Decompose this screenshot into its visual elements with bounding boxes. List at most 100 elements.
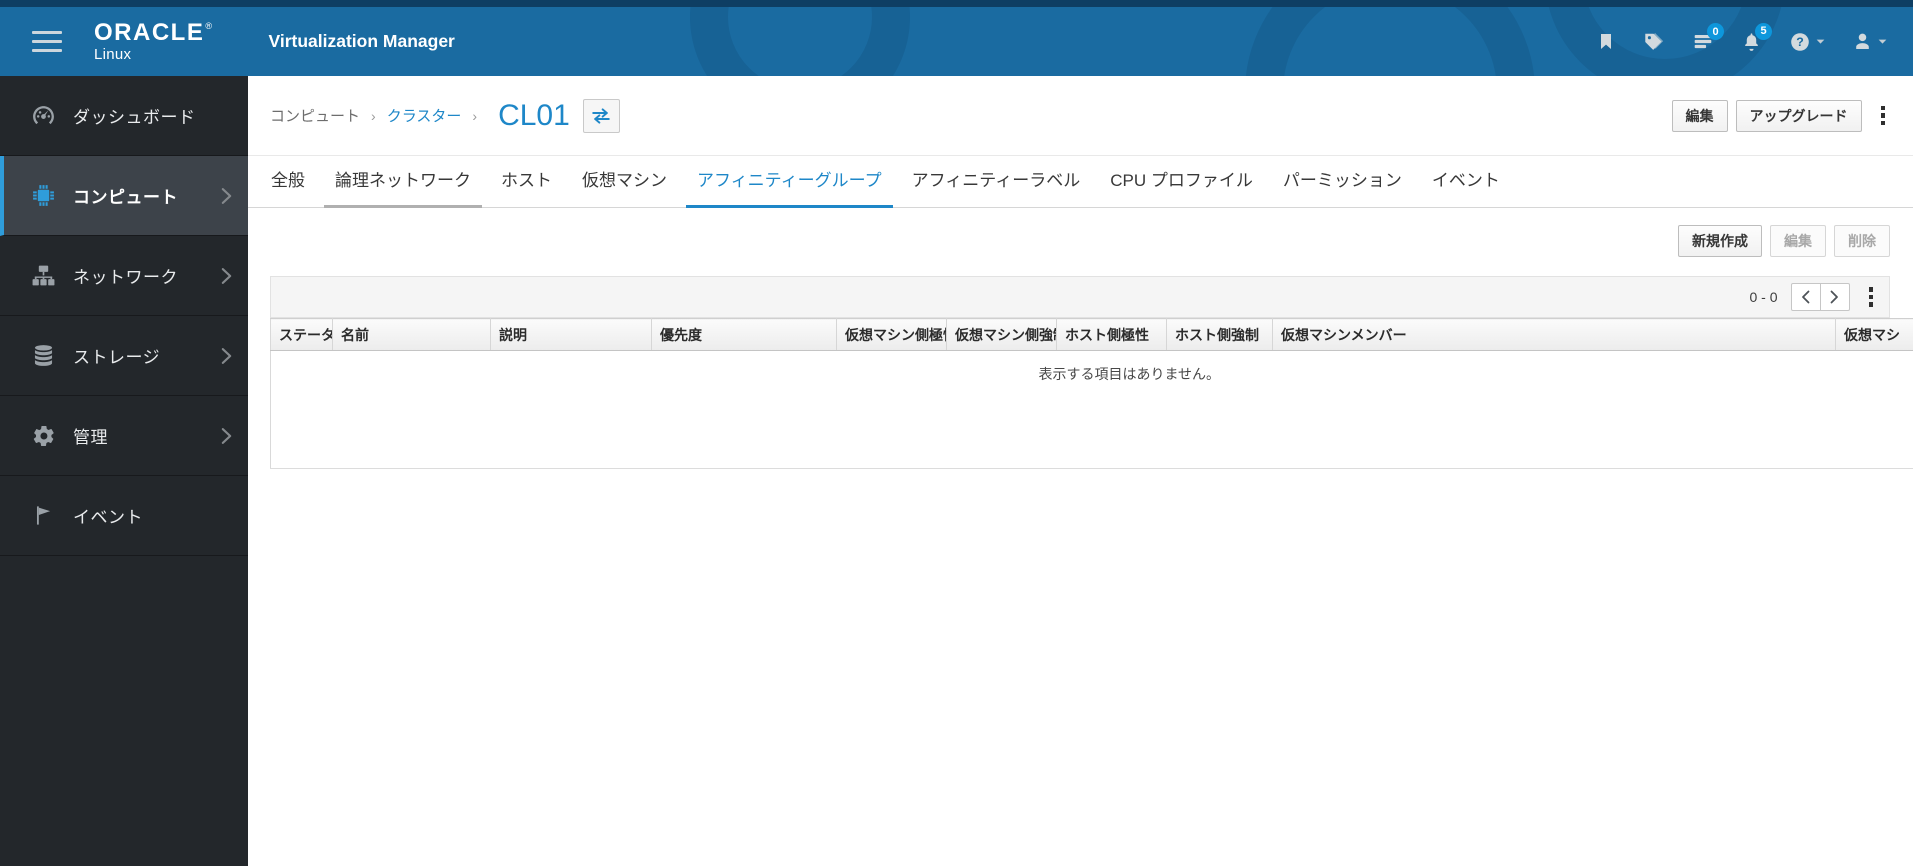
network-icon: [30, 263, 57, 288]
olvm-app: ORACLE® Linux Virtualization Manager 0 5…: [0, 0, 1913, 866]
sidebar-item-label: コンピュート: [73, 188, 178, 207]
page-actions: 編集 アップグレード: [1671, 99, 1892, 132]
bell-icon[interactable]: 5: [1741, 22, 1772, 53]
page-header: コンピュート › クラスター › CL01 編集 アップグレード: [248, 76, 1913, 156]
chevron-left-icon: [1802, 290, 1810, 304]
flag-icon: [30, 504, 57, 527]
sidebar-item-compute[interactable]: コンピュート: [0, 156, 248, 236]
gear-icon: [30, 424, 57, 448]
kebab-dot: [1868, 287, 1873, 292]
tab-events[interactable]: イベント: [1421, 166, 1511, 208]
column-header-1[interactable]: ステータス: [270, 318, 333, 351]
sidebar-item-label: ダッシュボード: [73, 108, 196, 127]
breadcrumb-link-compute[interactable]: コンピュート: [270, 105, 360, 126]
column-header-4[interactable]: 優先度: [651, 318, 837, 351]
grid-kebab-icon[interactable]: [1863, 283, 1880, 311]
tab-permissions[interactable]: パーミッション: [1272, 166, 1413, 208]
tab-affinity-labels[interactable]: アフィニティーラベル: [901, 166, 1092, 208]
user-icon[interactable]: [1852, 31, 1887, 52]
column-header-5[interactable]: 仮想マシン側極性: [836, 318, 947, 351]
grid-pagination-bar: 0 - 0: [270, 276, 1890, 318]
breadcrumb: コンピュート › クラスター › CL01: [270, 98, 620, 133]
table-body: 表示する項目はありません。: [270, 350, 1913, 469]
new-affinity-group-button[interactable]: 新規作成: [1678, 225, 1762, 257]
dashboard-icon: [30, 103, 57, 128]
oracle-linux-logo: ORACLE® Linux: [94, 21, 212, 63]
kebab-dot: [1868, 294, 1873, 300]
breadcrumb-separator: ›: [371, 107, 376, 124]
column-header-10[interactable]: 仮想マシ: [1835, 318, 1913, 351]
app-title: Virtualization Manager: [268, 31, 455, 51]
affinity-groups-table-wrap: ステータス名前説明優先度仮想マシン側極性仮想マシン側強制ホスト側極性ホスト側強制…: [270, 318, 1913, 469]
tasks-badge: 0: [1707, 23, 1724, 40]
tab-general[interactable]: 全般: [260, 166, 316, 208]
bookmark-icon[interactable]: [1596, 31, 1616, 52]
main-layout: ダッシュボード コンピュート ネットワーク ストレージ 管理 イベント コンピュ…: [0, 76, 1913, 866]
bookmark-glyph: [1601, 34, 1611, 49]
pager: [1790, 283, 1850, 311]
header-decoration-circle: [1245, 7, 1535, 76]
breadcrumb-item: クラスター ›: [387, 105, 488, 126]
column-header-9[interactable]: 仮想マシンメンバー: [1272, 318, 1836, 351]
table-header-row: ステータス名前説明優先度仮想マシン側極性仮想マシン側強制ホスト側極性ホスト側強制…: [270, 318, 1913, 351]
edit-button[interactable]: 編集: [1671, 99, 1728, 132]
help-glyph: ?: [1791, 32, 1809, 51]
tasks-icon[interactable]: 0: [1692, 23, 1724, 52]
page-title: CL01: [498, 98, 570, 132]
sidebar-item-dashboard[interactable]: ダッシュボード: [0, 76, 248, 156]
upgrade-button[interactable]: アップグレード: [1735, 99, 1862, 132]
kebab-dot: [1880, 105, 1885, 111]
sidebar-item-label: 管理: [73, 428, 108, 447]
tags-icon[interactable]: [1643, 31, 1665, 53]
chevron-right-icon: [221, 267, 232, 285]
breadcrumb-link-clusters[interactable]: クラスター: [387, 105, 462, 126]
tab-cpu-profiles[interactable]: CPU プロファイル: [1099, 166, 1264, 208]
main-content: コンピュート › クラスター › CL01 編集 アップグレード 全般 論理ネッ…: [248, 76, 1913, 866]
more-actions-kebab-icon[interactable]: [1875, 102, 1892, 130]
logo-registered-mark: ®: [205, 21, 214, 31]
delete-affinity-group-button[interactable]: 削除: [1834, 225, 1890, 257]
chevron-down-icon: [1878, 39, 1887, 44]
kebab-dot: [1868, 302, 1873, 307]
chevron-down-icon: [1816, 39, 1825, 44]
tab-affinity-groups[interactable]: アフィニティーグループ: [686, 166, 893, 208]
sidebar-item-storage[interactable]: ストレージ: [0, 316, 248, 396]
chevron-right-icon: [221, 347, 232, 365]
switch-entity-button[interactable]: [582, 98, 620, 133]
logo-oracle-word: ORACLE: [94, 19, 205, 46]
sidebar-item-label: ストレージ: [73, 348, 161, 367]
tab-logical-networks[interactable]: 論理ネットワーク: [324, 166, 482, 208]
kebab-dot: [1880, 120, 1885, 126]
sidebar-item-network[interactable]: ネットワーク: [0, 236, 248, 316]
grid-toolbar: 新規作成 編集 削除: [270, 225, 1890, 257]
sidebar: ダッシュボード コンピュート ネットワーク ストレージ 管理 イベント: [0, 76, 248, 866]
breadcrumb-separator: ›: [472, 107, 478, 124]
column-header-6[interactable]: 仮想マシン側強制: [946, 318, 1057, 351]
column-header-3[interactable]: 説明: [490, 318, 652, 351]
sidebar-item-events[interactable]: イベント: [0, 476, 248, 556]
tab-hosts[interactable]: ホスト: [490, 166, 563, 208]
storage-icon: [30, 343, 57, 368]
hamburger-bar: [32, 31, 62, 34]
help-icon[interactable]: ?: [1789, 31, 1825, 53]
column-header-7[interactable]: ホスト側極性: [1056, 318, 1167, 351]
prev-page-button[interactable]: [1790, 283, 1821, 311]
chevron-right-icon: [221, 427, 232, 445]
chevron-right-icon: [1830, 290, 1838, 304]
column-header-2[interactable]: 名前: [332, 318, 491, 351]
tab-virtual-machines[interactable]: 仮想マシン: [571, 166, 678, 208]
edit-affinity-group-button[interactable]: 編集: [1770, 225, 1826, 257]
column-header-8[interactable]: ホスト側強制: [1166, 318, 1273, 351]
breadcrumb-links: コンピュート › クラスター ›: [270, 105, 488, 126]
sidebar-item-label: ネットワーク: [73, 268, 178, 287]
sidebar-item-administration[interactable]: 管理: [0, 396, 248, 476]
chevron-right-icon: [221, 187, 232, 205]
kebab-dot: [1880, 113, 1885, 118]
compute-icon: [30, 183, 57, 208]
logo-oracle-text: ORACLE®: [94, 21, 212, 45]
top-navbar: ORACLE® Linux Virtualization Manager 0 5…: [0, 0, 1913, 76]
next-page-button[interactable]: [1819, 283, 1850, 311]
hamburger-bar: [32, 49, 62, 52]
menu-toggle-icon[interactable]: [30, 19, 64, 64]
swap-arrows-icon: [592, 107, 611, 124]
